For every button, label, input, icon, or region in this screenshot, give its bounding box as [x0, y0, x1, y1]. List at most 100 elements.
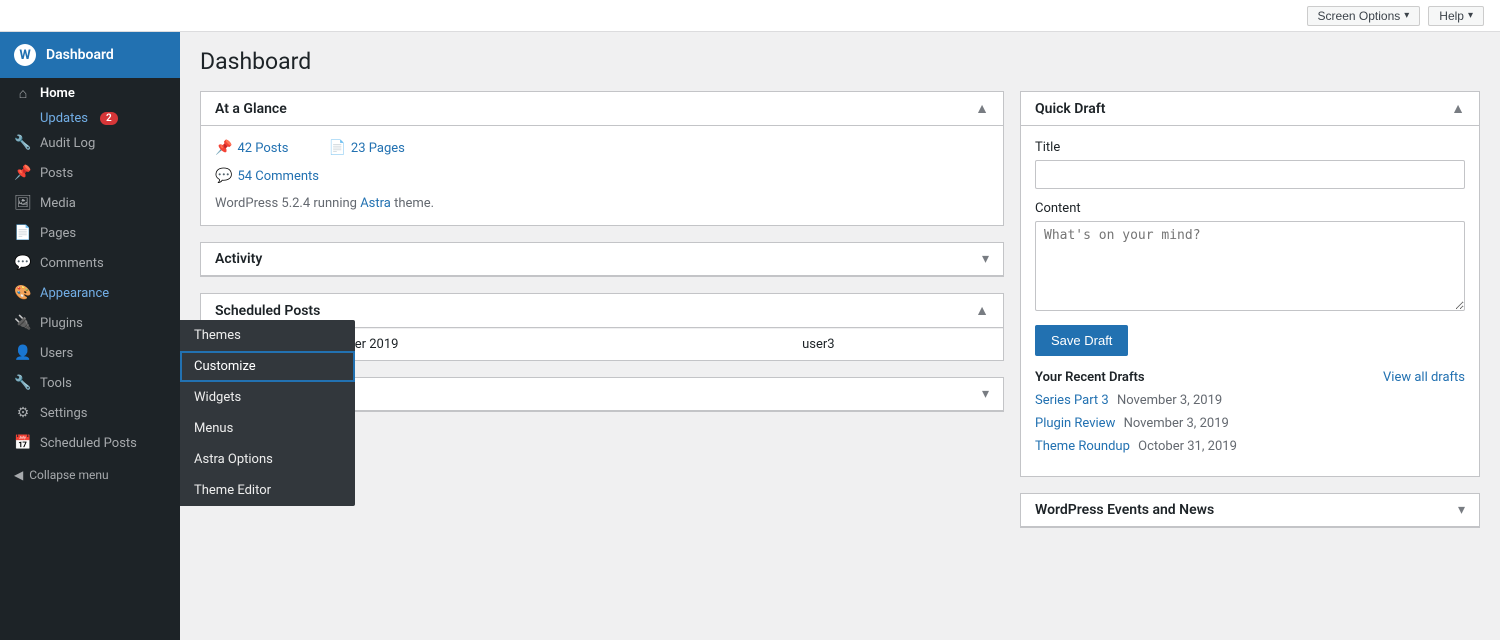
content-field-label: Content: [1035, 201, 1465, 216]
comments-stat-link[interactable]: 💬 54 Comments: [215, 168, 319, 184]
submenu-theme-editor[interactable]: Theme Editor: [180, 475, 355, 506]
posts-count: 42 Posts: [237, 141, 288, 156]
sidebar-item-audit-log[interactable]: 🔧 Audit Log: [0, 128, 180, 158]
content-textarea[interactable]: [1035, 221, 1465, 311]
recent-drafts-header: Your Recent Drafts View all drafts: [1035, 370, 1465, 385]
draft-title-link-3[interactable]: Theme Roundup: [1035, 439, 1130, 454]
quick-draft-toggle[interactable]: ▲: [1451, 100, 1465, 117]
help-chevron-icon: ▾: [1468, 10, 1473, 21]
wp-events-header: WordPress Events and News ▾: [1021, 494, 1479, 527]
page-stat-icon: 📄: [328, 140, 345, 156]
media-icon: 🖼: [14, 195, 32, 211]
footer-text-pre: WordPress 5.2.4 running: [215, 196, 360, 211]
security-audit-toggle[interactable]: ▾: [982, 386, 989, 402]
tools-label: Tools: [40, 376, 72, 391]
quick-draft-header: Quick Draft ▲: [1021, 92, 1479, 126]
wp-events-toggle[interactable]: ▾: [1458, 502, 1465, 518]
quick-draft-widget: Quick Draft ▲ Title Content Save Draft Y…: [1020, 91, 1480, 477]
submenu-astra-options[interactable]: Astra Options: [180, 444, 355, 475]
wp-events-widget: WordPress Events and News ▾: [1020, 493, 1480, 528]
post-user-cell: user3: [792, 329, 1003, 361]
comments-icon: 💬: [14, 255, 32, 271]
sidebar-home-label: Home: [40, 86, 75, 101]
at-a-glance-header: At a Glance ▲: [201, 92, 1003, 126]
save-draft-button[interactable]: Save Draft: [1035, 325, 1128, 356]
appearance-icon: 🎨: [14, 285, 32, 301]
draft-item-3: Theme Roundup October 31, 2019: [1035, 439, 1465, 454]
scheduled-posts-icon: 📅: [14, 435, 32, 451]
draft-date-1: November 3, 2019: [1117, 393, 1222, 408]
settings-icon: ⚙: [14, 405, 32, 421]
sidebar-item-pages[interactable]: 📄 Pages: [0, 218, 180, 248]
screen-options-button[interactable]: Screen Options ▾: [1307, 6, 1421, 26]
pages-stat-link[interactable]: 📄 23 Pages: [328, 140, 404, 156]
post-date-cell: 21st October 2019: [281, 329, 792, 361]
sidebar-item-comments[interactable]: 💬 Comments: [0, 248, 180, 278]
sidebar-item-tools[interactable]: 🔧 Tools: [0, 368, 180, 398]
title-input[interactable]: [1035, 160, 1465, 189]
appearance-submenu: Themes Customize Widgets Menus Astra Opt…: [180, 320, 355, 506]
pages-icon: 📄: [14, 225, 32, 241]
submenu-themes[interactable]: Themes: [180, 320, 355, 351]
draft-date-3: October 31, 2019: [1138, 439, 1237, 454]
sidebar-item-settings[interactable]: ⚙ Settings: [0, 398, 180, 428]
activity-toggle[interactable]: ▾: [982, 251, 989, 267]
posts-stat: 📌 42 Posts: [215, 140, 288, 156]
right-column: Quick Draft ▲ Title Content Save Draft Y…: [1020, 91, 1480, 544]
activity-title: Activity: [215, 251, 262, 267]
draft-title-link-1[interactable]: Series Part 3: [1035, 393, 1109, 408]
widgets-row: At a Glance ▲ 📌 42 Posts: [200, 91, 1480, 544]
scheduled-posts-toggle[interactable]: ▲: [975, 302, 989, 319]
glance-footer: WordPress 5.2.4 running Astra theme.: [215, 196, 989, 211]
submenu-menus[interactable]: Menus: [180, 413, 355, 444]
collapse-menu-button[interactable]: ◀ Collapse menu: [0, 458, 180, 492]
footer-theme-link[interactable]: Astra: [360, 196, 391, 211]
home-icon: ⌂: [14, 85, 32, 102]
updates-badge: 2: [100, 112, 118, 125]
sidebar-logo[interactable]: W Dashboard: [0, 32, 180, 78]
layout: W Dashboard ⌂ Home Updates 2 🔧 Audit Log…: [0, 32, 1500, 640]
audit-log-label: Audit Log: [40, 136, 95, 151]
view-all-drafts-link[interactable]: View all drafts: [1383, 370, 1465, 385]
activity-header: Activity ▾: [201, 243, 1003, 276]
comments-stat: 💬 54 Comments: [215, 168, 319, 184]
activity-widget: Activity ▾: [200, 242, 1004, 277]
help-button[interactable]: Help ▾: [1428, 6, 1484, 26]
posts-label: Posts: [40, 166, 73, 181]
updates-label: Updates: [40, 111, 88, 126]
sidebar-item-users[interactable]: 👤 Users: [0, 338, 180, 368]
sidebar-item-appearance[interactable]: 🎨 Appearance: [0, 278, 180, 308]
top-bar: Screen Options ▾ Help ▾: [0, 0, 1500, 32]
posts-stat-link[interactable]: 📌 42 Posts: [215, 140, 288, 156]
collapse-arrow-icon: ◀: [14, 468, 23, 482]
sidebar-item-updates[interactable]: Updates 2: [0, 109, 180, 128]
sidebar-item-scheduled-posts[interactable]: 📅 Scheduled Posts: [0, 428, 180, 458]
sidebar-item-plugins[interactable]: 🔌 Plugins: [0, 308, 180, 338]
at-a-glance-toggle[interactable]: ▲: [975, 100, 989, 117]
pages-count: 23 Pages: [351, 141, 405, 156]
posts-icon: 📌: [14, 165, 32, 181]
pages-stat: 📄 23 Pages: [328, 140, 404, 156]
draft-date-2: November 3, 2019: [1124, 416, 1229, 431]
wp-logo-icon: W: [14, 44, 36, 66]
submenu-customize[interactable]: Customize: [180, 351, 355, 382]
submenu-widgets[interactable]: Widgets: [180, 382, 355, 413]
footer-text-post: theme.: [391, 196, 434, 211]
sidebar: W Dashboard ⌂ Home Updates 2 🔧 Audit Log…: [0, 32, 180, 640]
sidebar-item-media[interactable]: 🖼 Media: [0, 188, 180, 218]
at-a-glance-title: At a Glance: [215, 101, 287, 117]
post-stat-icon: 📌: [215, 140, 232, 156]
recent-drafts-title: Your Recent Drafts: [1035, 370, 1145, 385]
screen-options-label: Screen Options: [1318, 9, 1401, 23]
title-field-label: Title: [1035, 140, 1465, 155]
collapse-menu-label: Collapse menu: [29, 468, 108, 482]
draft-title-link-2[interactable]: Plugin Review: [1035, 416, 1115, 431]
comments-label: Comments: [40, 256, 104, 271]
sidebar-item-home[interactable]: ⌂ Home: [0, 78, 180, 109]
draft-item-1: Series Part 3 November 3, 2019: [1035, 393, 1465, 408]
comments-count: 54 Comments: [237, 169, 319, 184]
sidebar-item-posts[interactable]: 📌 Posts: [0, 158, 180, 188]
draft-item-2: Plugin Review November 3, 2019: [1035, 416, 1465, 431]
comment-stat-icon: 💬: [215, 168, 232, 184]
pages-label: Pages: [40, 226, 76, 241]
